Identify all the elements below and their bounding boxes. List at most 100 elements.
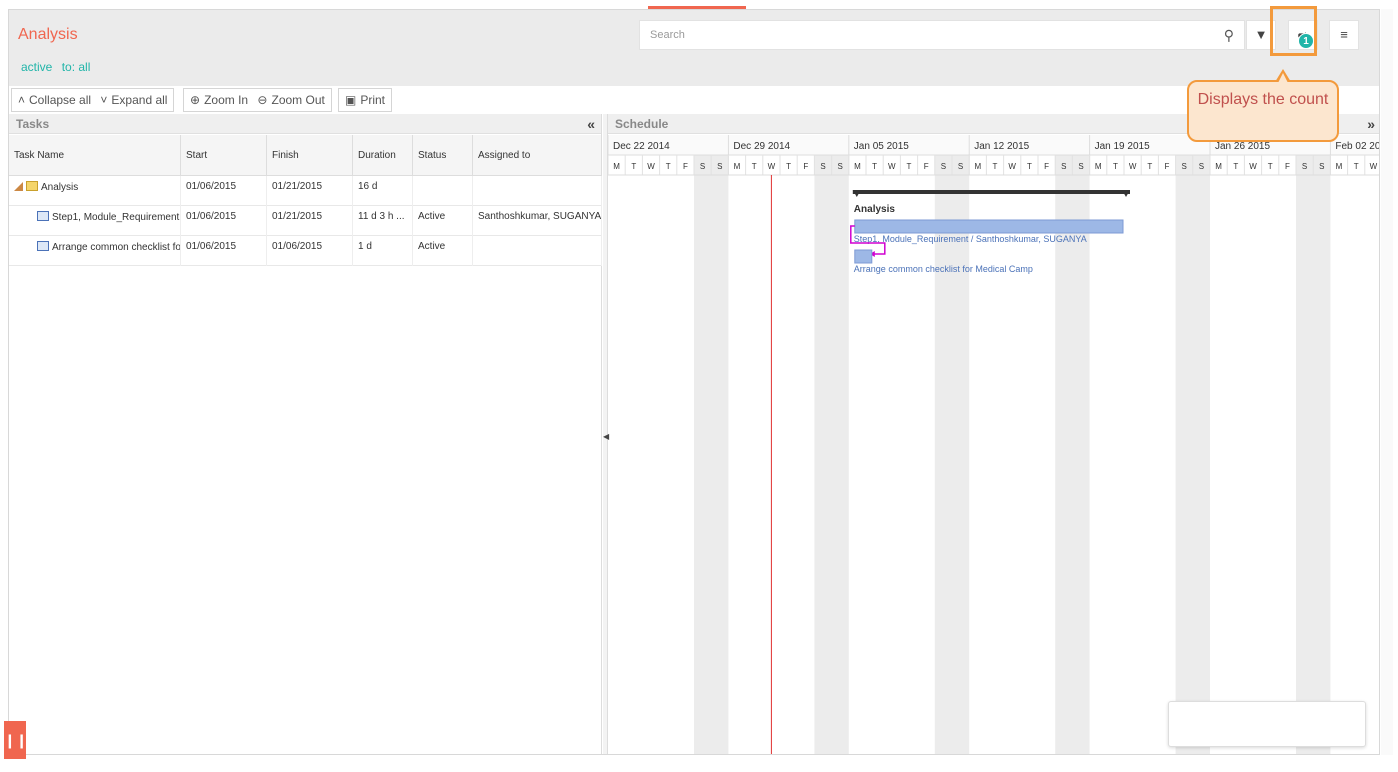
task-name-cell: Analysis xyxy=(9,176,181,206)
expand-all-label[interactable]: Expand all xyxy=(111,93,167,107)
day-letter: W xyxy=(1008,162,1016,171)
day-letter: S xyxy=(941,162,946,171)
expand-toggle-icon[interactable] xyxy=(14,182,23,191)
page-title: Analysis xyxy=(18,26,78,43)
schedule-pane: Dec 22 2014 Dec 29 2014 Jan 05 2015 Jan 12 … xyxy=(608,114,1379,754)
day-letter: S xyxy=(717,162,722,171)
bars-icon: ❙❙❙ xyxy=(4,732,40,748)
day-letter: W xyxy=(647,162,655,171)
vertical-scrollbar[interactable] xyxy=(1381,9,1393,755)
task-name: Arrange common checklist fo xyxy=(52,242,181,253)
day-letter: S xyxy=(700,162,705,171)
weekend-shade xyxy=(1055,155,1090,754)
duration-cell: 11 d 3 h ... xyxy=(353,206,413,236)
col-finish[interactable]: Finish xyxy=(267,135,353,176)
day-letter: T xyxy=(1233,162,1238,171)
tasks-grid-header: Task Name Start Finish Duration Status A… xyxy=(9,135,602,176)
day-letter: S xyxy=(1319,162,1324,171)
zoom-controls: ⊕ Zoom In ⊖ Zoom Out xyxy=(183,88,332,112)
col-assigned[interactable]: Assigned to xyxy=(473,135,602,176)
search-box[interactable]: Search ⚲ xyxy=(639,20,1245,50)
expand-right-icon[interactable]: » xyxy=(1367,114,1375,134)
day-letter: M xyxy=(1215,162,1222,171)
collapse-all-label: Collapse all xyxy=(29,93,92,107)
day-letter: M xyxy=(734,162,741,171)
week-label: Dec 22 2014 xyxy=(613,141,670,152)
filter-assignee[interactable]: to: all xyxy=(62,60,91,74)
day-letter: T xyxy=(1027,162,1032,171)
status-cell xyxy=(413,176,473,206)
tasks-pane: Tasks « Task Name Start Finish Duration … xyxy=(9,114,602,754)
task-bar xyxy=(854,219,1124,234)
menu-button[interactable]: ≡ xyxy=(1329,20,1359,50)
funnel-icon: ▼ xyxy=(1254,27,1268,42)
col-duration[interactable]: Duration xyxy=(353,135,413,176)
weekend-shade xyxy=(814,155,849,754)
gantt-panes: Tasks « Task Name Start Finish Duration … xyxy=(9,114,1379,754)
gantt-toolbar: ˄ Collapse all ˅ Expand all ⊕ Zoom In ⊖ Zoom… xyxy=(9,86,1379,114)
zoom-in-icon[interactable]: ⊕ xyxy=(190,93,200,107)
assigned-cell xyxy=(473,176,602,206)
weekend-shade xyxy=(1175,155,1210,754)
week-label: Feb 02 2015 xyxy=(1335,141,1379,152)
finish-cell: 01/06/2015 xyxy=(267,236,353,266)
start-cell: 01/06/2015 xyxy=(181,236,267,266)
week-label: Jan 19 2015 xyxy=(1095,141,1150,152)
gantt-chart: Dec 22 2014 Dec 29 2014 Jan 05 2015 Jan 12 … xyxy=(608,135,1379,754)
week-label: Jan 05 2015 xyxy=(854,141,909,152)
week-label: Jan 26 2015 xyxy=(1215,141,1270,152)
day-letter: W xyxy=(888,162,896,171)
day-letter: W xyxy=(1370,162,1378,171)
filter-active[interactable]: active xyxy=(21,60,52,74)
table-row[interactable]: Arrange common checklist fo 01/06/2015 0… xyxy=(9,236,602,266)
summary-bar xyxy=(852,190,1130,194)
day-letter: T xyxy=(666,162,671,171)
day-letter: W xyxy=(1249,162,1257,171)
hamburger-icon: ≡ xyxy=(1340,27,1348,42)
day-letter: S xyxy=(820,162,825,171)
zoom-out-label[interactable]: Zoom Out xyxy=(271,93,324,107)
zoom-out-icon[interactable]: ⊖ xyxy=(257,93,267,107)
day-letter: M xyxy=(854,162,861,171)
floating-panel xyxy=(1168,701,1366,747)
image-icon: ▣ xyxy=(345,93,357,107)
collapse-left-icon[interactable]: « xyxy=(587,114,595,134)
print-button[interactable]: ▣ Print xyxy=(338,88,393,112)
share-count-badge: 1 xyxy=(1298,33,1314,49)
day-letter: T xyxy=(1147,162,1152,171)
day-letter: S xyxy=(1182,162,1187,171)
status-cell: Active xyxy=(413,206,473,236)
day-letter: F xyxy=(1044,162,1049,171)
week-label: Jan 12 2015 xyxy=(974,141,1029,152)
day-letter: S xyxy=(1199,162,1204,171)
day-letter: M xyxy=(1336,162,1343,171)
assigned-cell: Santhoshkumar, SUGANYA xyxy=(473,206,602,236)
day-letter: T xyxy=(1354,162,1359,171)
tasks-title: Tasks xyxy=(16,117,50,131)
search-icon[interactable]: ⚲ xyxy=(1224,27,1234,44)
day-letter: S xyxy=(958,162,963,171)
start-cell: 01/06/2015 xyxy=(181,176,267,206)
day-letter: T xyxy=(1113,162,1118,171)
day-letter: F xyxy=(683,162,688,171)
day-letter: S xyxy=(1078,162,1083,171)
header: Analysis active to: all Search ⚲ ▼ ➦ ≡ xyxy=(9,10,1379,86)
day-letter: F xyxy=(1165,162,1170,171)
chevron-up-icon: ˄ xyxy=(18,93,26,107)
week-label: Dec 29 2014 xyxy=(733,141,790,152)
col-status[interactable]: Status xyxy=(413,135,473,176)
task-name-cell: Step1, Module_Requirement xyxy=(9,206,181,236)
day-letter: F xyxy=(1285,162,1290,171)
weekend-shade xyxy=(934,155,970,754)
col-start[interactable]: Start xyxy=(181,135,267,176)
print-label: Print xyxy=(360,93,386,107)
table-row[interactable]: Analysis 01/06/2015 01/21/2015 16 d xyxy=(9,176,602,206)
side-panel-tab[interactable]: ❙❙❙ xyxy=(4,721,39,759)
collapse-all-button[interactable]: ˄ Collapse all ˅ Expand all xyxy=(11,88,175,112)
col-task-name[interactable]: Task Name xyxy=(9,135,181,176)
day-letter: T xyxy=(993,162,998,171)
table-row[interactable]: Step1, Module_Requirement 01/06/2015 01/… xyxy=(9,206,602,236)
start-cell: 01/06/2015 xyxy=(181,206,267,236)
zoom-in-label[interactable]: Zoom In xyxy=(204,93,248,107)
status-cell: Active xyxy=(413,236,473,266)
